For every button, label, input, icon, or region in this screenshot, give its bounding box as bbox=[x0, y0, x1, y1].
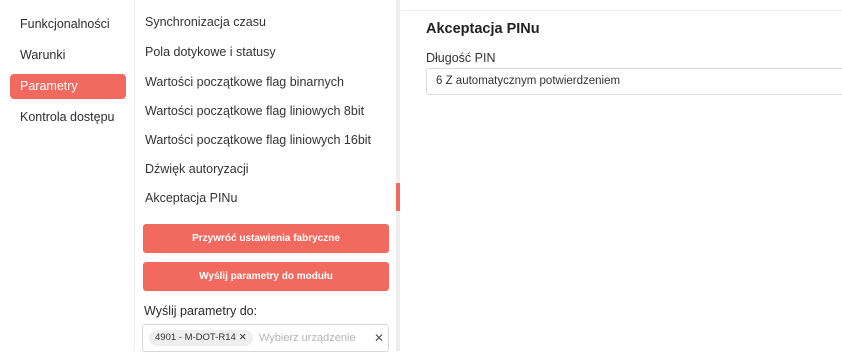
menu-item-pola-dotykowe[interactable]: Pola dotykowe i statusy bbox=[145, 40, 390, 64]
menu-item-dzwiek-autoryzacji[interactable]: Dźwięk autoryzacji bbox=[145, 157, 390, 181]
nav-item-kontrola-dostepu[interactable]: Kontrola dostępu bbox=[10, 105, 126, 130]
send-to-label: Wyślij parametry do: bbox=[144, 304, 258, 318]
menu-item-flagi-8bit[interactable]: Wartości początkowe flag liniowych 8bit bbox=[145, 99, 390, 123]
section-title: Akceptacja PINu bbox=[426, 21, 540, 37]
clear-selection-icon[interactable]: ✕ bbox=[374, 331, 384, 345]
menu-scrollbar-thumb[interactable] bbox=[396, 183, 400, 211]
send-parameters-button[interactable]: Wyślij parametry do modułu bbox=[143, 262, 389, 291]
menu-item-flagi-binarne[interactable]: Wartości początkowe flag binarnych bbox=[145, 70, 390, 94]
menu-scrollbar-track[interactable] bbox=[396, 0, 400, 351]
device-search-input[interactable] bbox=[259, 330, 369, 346]
menu-item-synchronizacja-czasu[interactable]: Synchronizacja czasu bbox=[145, 10, 390, 34]
top-divider bbox=[401, 10, 842, 11]
device-tag: 4901 - M-DOT-R14 ✕ bbox=[149, 330, 253, 346]
nav-item-parametry[interactable]: Parametry bbox=[10, 74, 126, 99]
device-tag-remove-icon[interactable]: ✕ bbox=[239, 332, 247, 343]
nav-item-warunki[interactable]: Warunki bbox=[10, 43, 126, 68]
menu-item-flagi-16bit[interactable]: Wartości początkowe flag liniowych 16bit bbox=[145, 128, 390, 152]
parameters-menu-panel: Synchronizacja czasu Pola dotykowe i sta… bbox=[135, 0, 396, 352]
nav-item-funkcjonalnosci[interactable]: Funkcjonalności bbox=[10, 12, 126, 37]
menu-item-akceptacja-pinu[interactable]: Akceptacja PINu bbox=[145, 186, 390, 210]
left-nav: Funkcjonalności Warunki Parametry Kontro… bbox=[0, 0, 135, 351]
device-multiselect[interactable]: 4901 - M-DOT-R14✕ ✕ bbox=[142, 324, 389, 352]
content-panel: Akceptacja PINu Długość PIN 6 Z automaty… bbox=[401, 0, 842, 351]
device-tag-label: 4901 - M-DOT-R14 bbox=[155, 332, 236, 343]
pin-length-label: Długość PIN bbox=[426, 51, 496, 65]
pin-length-select[interactable]: 6 Z automatycznym potwierdzeniem bbox=[426, 68, 842, 95]
factory-reset-button[interactable]: Przywróć ustawienia fabryczne bbox=[143, 224, 389, 253]
